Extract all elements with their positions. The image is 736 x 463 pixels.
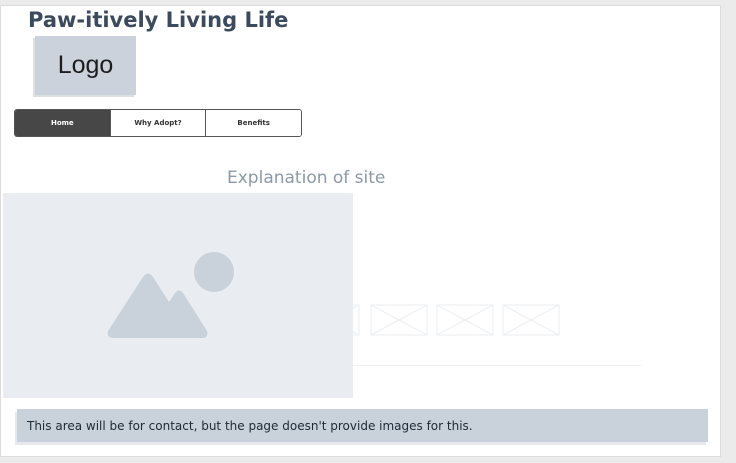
image-placeholder-icon	[107, 252, 234, 338]
site-explanation: Explanation of site	[227, 168, 386, 188]
nav-tab-why-adopt[interactable]: Why Adopt?	[109, 110, 206, 136]
nav-tab-home[interactable]: Home	[15, 110, 110, 136]
wireframe-page: Paw-itively Living Life Logo Home Why Ad…	[0, 5, 721, 457]
contact-text: This area will be for contact, but the p…	[27, 419, 473, 433]
contact-area: This area will be for contact, but the p…	[17, 409, 708, 442]
hero-image-placeholder[interactable]	[3, 193, 353, 398]
nav-tab-benefits[interactable]: Benefits	[205, 110, 301, 136]
logo-label: Logo	[57, 51, 114, 79]
gallery-thumb-2	[370, 304, 428, 336]
gallery-thumb-4	[502, 304, 560, 336]
gallery-thumb-3	[436, 304, 494, 336]
site-title: Paw-itively Living Life	[28, 8, 289, 32]
nav-bar: Home Why Adopt? Benefits	[14, 109, 302, 137]
logo-placeholder[interactable]: Logo	[35, 36, 136, 95]
